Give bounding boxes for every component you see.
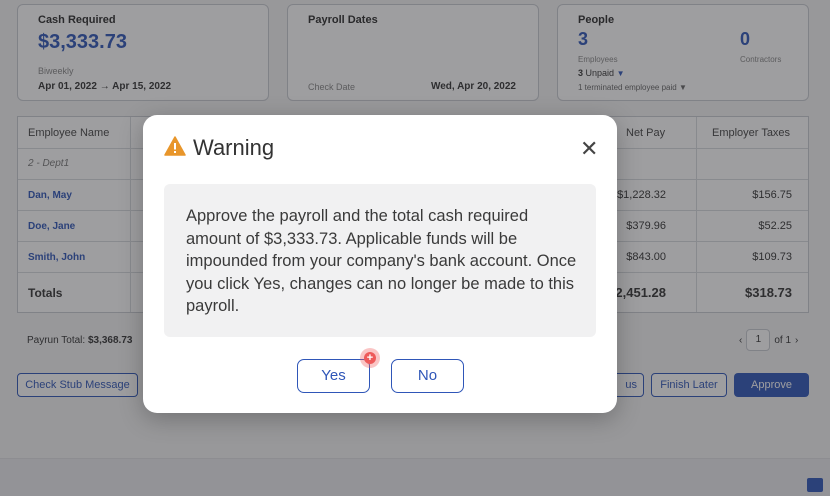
warning-modal: Warning ✕ Approve the payroll and the to…: [143, 115, 617, 413]
modal-title: Warning: [193, 135, 275, 160]
plus-icon: +: [366, 352, 374, 364]
close-icon[interactable]: ✕: [580, 138, 598, 160]
no-button[interactable]: No: [391, 359, 464, 393]
modal-message: Approve the payroll and the total cash r…: [186, 207, 577, 315]
message-box: Approve the payroll and the total cash r…: [164, 184, 596, 337]
warning-triangle-icon: [164, 136, 186, 156]
